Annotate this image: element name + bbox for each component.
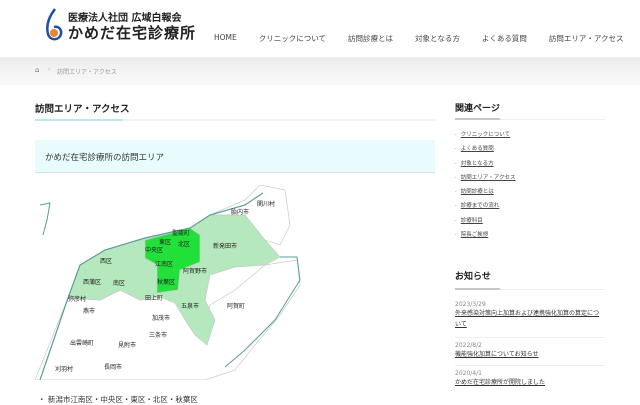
related-pages-heading: 関連ページ — [455, 104, 500, 114]
map-label: 阿賀野市 — [183, 267, 207, 275]
map-label: 胎内市 — [231, 208, 249, 216]
related-link[interactable]: 診療までの流れ — [461, 203, 500, 209]
nav-clinic[interactable]: クリニックについて — [259, 33, 326, 44]
news-link[interactable]: 機能強化加算についてお知らせ — [455, 349, 605, 360]
service-area-map: 胎内市 関川村 聖籠町 東区 北区 中央区 新発田市 西区 江南区 阿賀野市 西… — [35, 185, 301, 380]
nav-faq[interactable]: よくある質問 — [482, 33, 527, 44]
news-underline — [455, 288, 605, 290]
map-label: 出雲崎町 — [70, 339, 94, 347]
news-divider — [455, 365, 605, 366]
map-label: 五泉市 — [181, 302, 199, 310]
related-link[interactable]: よくある質問 — [461, 146, 494, 152]
map-label: 新発田市 — [213, 242, 237, 250]
news-date: 2023/3/29 — [455, 301, 486, 308]
news-item: 2020/4/1 かめだ在宅診療所が開院しました — [455, 370, 605, 388]
nav-home-visit[interactable]: 訪問診療とは — [348, 33, 393, 44]
related-pages-list: · クリニックについて · よくある質問 · 対象となる方 · 訪問エリア・アクセス ·… — [455, 132, 516, 239]
map-label: 南区 — [113, 279, 125, 287]
map-label: 西蒲区 — [83, 278, 101, 286]
news-item: 2023/3/29 外来感染対策向上加算および連携強化加算の算定について — [455, 301, 605, 330]
breadcrumb-current: 訪問エリア・アクセス — [57, 69, 117, 76]
news-link[interactable]: 外来感染対策向上加算および連携強化加算の算定について — [455, 308, 605, 330]
news-item: 2022/8/2 機能強化加算についてお知らせ — [455, 342, 605, 360]
map-label: 阿賀町 — [227, 302, 245, 310]
related-link[interactable]: 診療科目 — [461, 218, 483, 224]
nav-area-access[interactable]: 訪問エリア・アクセス — [549, 33, 624, 44]
title-underline — [35, 119, 435, 121]
map-label: 北区 — [178, 240, 190, 248]
map-label: 長岡市 — [104, 363, 122, 371]
news-heading: お知らせ — [455, 272, 491, 282]
main-nav: HOME クリニックについて 訪問診療とは 対象となる方 よくある質問 訪問エリ… — [214, 33, 640, 44]
area-heading: かめだ在宅診療所の訪問エリア — [45, 153, 165, 163]
map-label: 刈羽村 — [55, 365, 73, 373]
area-heading-box: かめだ在宅診療所の訪問エリア — [35, 140, 435, 173]
map-label: 江南区 — [155, 260, 173, 268]
coastline-island — [39, 202, 51, 236]
map-label: 東区 — [159, 238, 171, 246]
news-date: 2020/4/1 — [455, 370, 482, 377]
map-label: 中央区 — [145, 246, 163, 254]
page-title: 訪問エリア・アクセス — [35, 104, 130, 115]
breadcrumb: ⌂ › 訪問エリア・アクセス — [0, 57, 640, 85]
nav-home[interactable]: HOME — [214, 33, 237, 44]
breadcrumb-separator: › — [48, 66, 51, 73]
map-label: 聖籠町 — [172, 229, 190, 237]
related-link[interactable]: 訪問エリア・アクセス — [461, 175, 516, 181]
logo-mark-icon — [46, 8, 63, 41]
related-link[interactable]: 対象となる方 — [461, 161, 494, 167]
map-label: 燕市 — [83, 307, 95, 315]
related-underline — [455, 118, 605, 120]
home-icon[interactable]: ⌂ — [35, 66, 39, 74]
news-date: 2022/8/2 — [455, 342, 482, 349]
map-label: 加茂市 — [152, 314, 170, 322]
map-label: 三条市 — [149, 331, 167, 339]
map-label: 西区 — [100, 258, 112, 265]
map-label: 関川村 — [257, 200, 275, 208]
news-divider — [455, 337, 605, 338]
site-header: 医療法人社団 広域白報会 かめだ在宅診療所 HOME クリニックについて 訪問診… — [0, 0, 640, 57]
map-label: 見附市 — [118, 341, 136, 349]
map-label: 田上町 — [145, 294, 163, 302]
map-label: 弥彦村 — [68, 295, 86, 303]
logo-title: かめだ在宅診療所 — [68, 24, 197, 42]
map-label: 秋葉区 — [157, 278, 175, 286]
news-link[interactable]: かめだ在宅診療所が開院しました — [455, 377, 605, 388]
nav-eligible[interactable]: 対象となる方 — [415, 33, 460, 44]
related-link[interactable]: クリニックについて — [461, 132, 510, 138]
related-link[interactable]: 訪問診療とは — [461, 189, 494, 195]
related-link[interactable]: 院長ご挨拶 — [461, 232, 489, 238]
